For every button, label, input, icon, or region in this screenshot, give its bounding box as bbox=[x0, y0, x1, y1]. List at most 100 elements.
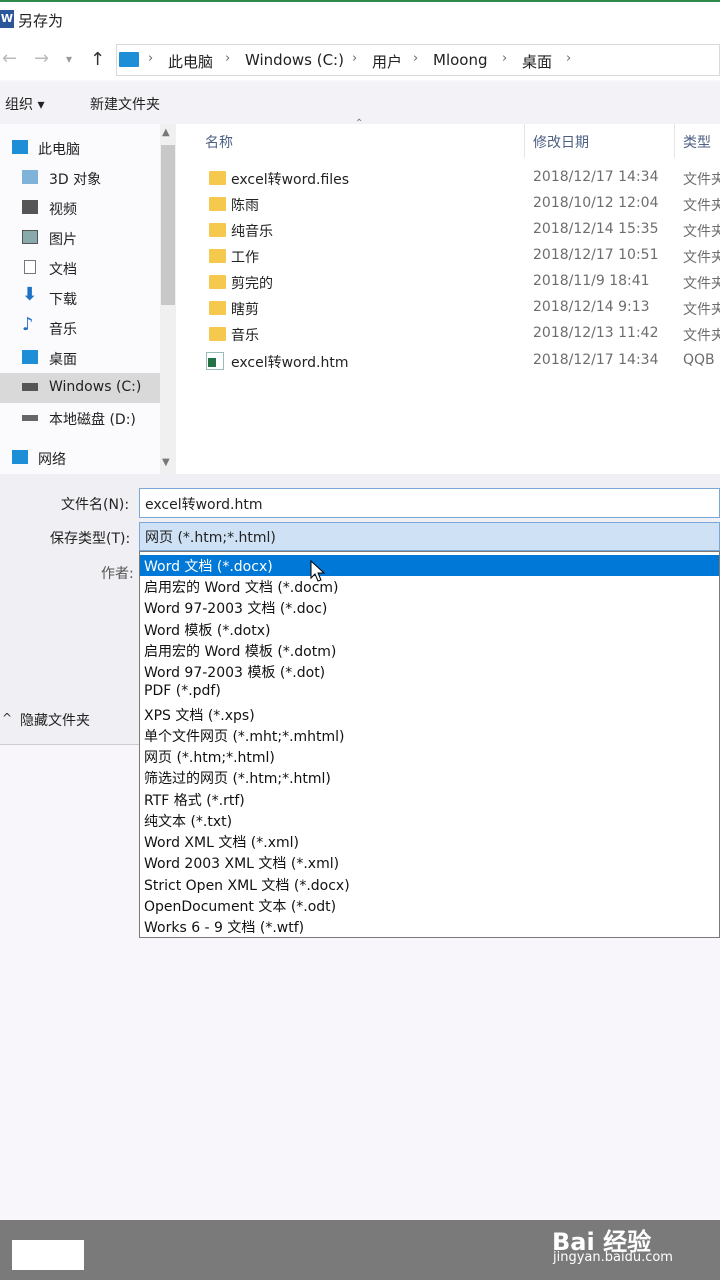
computer-icon bbox=[119, 52, 139, 67]
chevron-up-icon[interactable]: ^ bbox=[2, 711, 12, 725]
back-arrow-icon[interactable]: ← bbox=[2, 48, 17, 69]
sidebar-item-windows-c[interactable]: Windows (C:) bbox=[0, 373, 160, 403]
video-icon bbox=[22, 200, 38, 214]
dropdown-option[interactable]: 启用宏的 Word 文档 (*.docm) bbox=[140, 576, 719, 597]
file-name: 工作 bbox=[231, 250, 259, 266]
sidebar-item-label: 此电脑 bbox=[38, 142, 80, 158]
file-row[interactable]: excel转word.htm 2018/12/17 14:34 QQB bbox=[176, 349, 720, 375]
sidebar-item-label: 本地磁盘 (D:) bbox=[49, 412, 136, 428]
folder-icon bbox=[209, 223, 226, 237]
forward-arrow-icon[interactable]: → bbox=[34, 48, 49, 69]
organize-button[interactable]: 组织 ▾ bbox=[5, 94, 44, 114]
file-type: QQB bbox=[683, 352, 715, 368]
recent-locations-chevron-icon[interactable]: ▾ bbox=[66, 52, 72, 66]
dropdown-option[interactable]: 启用宏的 Word 模板 (*.dotm) bbox=[140, 640, 719, 661]
breadcrumb-separator-icon: › bbox=[413, 51, 419, 66]
sidebar-item-pictures[interactable]: 图片 bbox=[0, 223, 160, 253]
breadcrumb-desktop[interactable]: 桌面 bbox=[522, 51, 552, 72]
dropdown-option[interactable]: OpenDocument 文本 (*.odt) bbox=[140, 895, 719, 916]
hide-folders-button[interactable]: 隐藏文件夹 bbox=[20, 710, 90, 730]
scroll-up-icon[interactable]: ▲ bbox=[162, 127, 170, 138]
dropdown-option[interactable]: PDF (*.pdf) bbox=[140, 682, 719, 703]
file-date: 2018/12/17 14:34 bbox=[533, 352, 659, 368]
sidebar-scrollbar-thumb[interactable] bbox=[161, 145, 175, 305]
column-divider[interactable] bbox=[524, 124, 525, 158]
breadcrumb-separator-icon: › bbox=[352, 51, 358, 66]
dropdown-option[interactable]: Word 2003 XML 文档 (*.xml) bbox=[140, 852, 719, 873]
html-file-icon bbox=[206, 352, 224, 370]
breadcrumb-this-pc[interactable]: 此电脑 bbox=[168, 51, 213, 72]
drive-icon bbox=[22, 383, 38, 391]
filetype-select[interactable]: 网页 (*.htm;*.html) bbox=[139, 522, 720, 551]
word-app-icon: W bbox=[0, 10, 14, 28]
window-title: 另存为 bbox=[18, 12, 64, 30]
dropdown-option[interactable]: Word 模板 (*.dotx) bbox=[140, 619, 719, 640]
dropdown-option[interactable]: XPS 文档 (*.xps) bbox=[140, 704, 719, 725]
sidebar-item-label: 下载 bbox=[49, 292, 77, 308]
sidebar-item-label: Windows (C:) bbox=[49, 379, 142, 395]
sidebar-item-network[interactable]: 网络 bbox=[0, 443, 160, 473]
sidebar-item-downloads[interactable]: ⬇ 下载 bbox=[0, 283, 160, 313]
column-header-date[interactable]: 修改日期 bbox=[533, 132, 589, 152]
sidebar-item-3d-objects[interactable]: 3D 对象 bbox=[0, 163, 160, 193]
filetype-dropdown-list[interactable]: Word 文档 (*.docx) 启用宏的 Word 文档 (*.docm) W… bbox=[139, 551, 720, 938]
sidebar-item-local-disk-d[interactable]: 本地磁盘 (D:) bbox=[0, 403, 160, 433]
filetype-label: 保存类型(T): bbox=[50, 531, 131, 547]
dropdown-option[interactable]: 单个文件网页 (*.mht;*.mhtml) bbox=[140, 725, 719, 746]
mouse-cursor-icon bbox=[310, 560, 326, 582]
file-name: excel转word.htm bbox=[231, 355, 349, 371]
column-divider[interactable] bbox=[674, 124, 675, 158]
breadcrumb-windows-c[interactable]: Windows (C:) bbox=[245, 51, 344, 69]
folder-icon bbox=[209, 197, 226, 211]
breadcrumb-separator-icon: › bbox=[225, 51, 231, 66]
desktop-icon bbox=[22, 350, 38, 364]
sidebar-item-videos[interactable]: 视频 bbox=[0, 193, 160, 223]
picture-icon bbox=[22, 230, 38, 244]
scroll-down-icon[interactable]: ▼ bbox=[162, 457, 170, 468]
breadcrumb-separator-icon: › bbox=[148, 51, 154, 66]
dropdown-option[interactable]: 筛选过的网页 (*.htm;*.html) bbox=[140, 767, 719, 788]
file-name: 音乐 bbox=[231, 328, 259, 344]
dropdown-option[interactable]: Word 文档 (*.docx) bbox=[140, 555, 719, 576]
new-folder-button[interactable]: 新建文件夹 bbox=[90, 94, 160, 114]
file-row[interactable]: 纯音乐 2018/12/14 15:35 文件夹 bbox=[176, 218, 720, 244]
dropdown-option[interactable]: Word XML 文档 (*.xml) bbox=[140, 831, 719, 852]
file-row[interactable]: excel转word.files 2018/12/17 14:34 文件夹 bbox=[176, 166, 720, 192]
breadcrumb-mloong[interactable]: Mloong bbox=[433, 51, 488, 69]
sidebar-item-music[interactable]: ♪ 音乐 bbox=[0, 313, 160, 343]
folder-icon bbox=[209, 171, 226, 185]
file-name: 剪完的 bbox=[231, 276, 273, 292]
filetype-value: 网页 (*.htm;*.html) bbox=[145, 530, 276, 546]
music-icon: ♪ bbox=[22, 314, 34, 335]
file-row[interactable]: 剪完的 2018/11/9 18:41 文件夹 bbox=[176, 270, 720, 296]
sidebar-item-label: 文档 bbox=[49, 262, 77, 278]
file-type: 文件夹 bbox=[683, 172, 720, 188]
sidebar-item-documents[interactable]: 文档 bbox=[0, 253, 160, 283]
column-header-type[interactable]: 类型 bbox=[683, 132, 711, 152]
file-row[interactable]: 陈雨 2018/10/12 12:04 文件夹 bbox=[176, 192, 720, 218]
dropdown-option[interactable]: Word 97-2003 文档 (*.doc) bbox=[140, 597, 719, 618]
dropdown-option[interactable]: 网页 (*.htm;*.html) bbox=[140, 746, 719, 767]
up-arrow-icon[interactable]: ↑ bbox=[90, 49, 105, 70]
dropdown-option[interactable]: RTF 格式 (*.rtf) bbox=[140, 789, 719, 810]
dropdown-option[interactable]: Word 97-2003 模板 (*.dot) bbox=[140, 661, 719, 682]
file-row[interactable]: 工作 2018/12/17 10:51 文件夹 bbox=[176, 244, 720, 270]
dropdown-option[interactable]: Strict Open XML 文档 (*.docx) bbox=[140, 874, 719, 895]
dropdown-option[interactable]: Works 6 - 9 文档 (*.wtf) bbox=[140, 916, 719, 937]
sidebar-item-desktop[interactable]: 桌面 bbox=[0, 343, 160, 373]
sidebar-item-this-pc[interactable]: 此电脑 bbox=[0, 133, 160, 163]
filename-input[interactable]: excel转word.htm bbox=[139, 488, 720, 518]
file-name: excel转word.files bbox=[231, 172, 350, 188]
file-row[interactable]: 音乐 2018/12/13 11:42 文件夹 bbox=[176, 322, 720, 348]
column-header-name[interactable]: 名称 bbox=[205, 132, 233, 152]
file-row[interactable]: 瞎剪 2018/12/14 9:13 文件夹 bbox=[176, 296, 720, 322]
file-name: 纯音乐 bbox=[231, 224, 273, 240]
breadcrumb-separator-icon[interactable]: › bbox=[566, 51, 571, 66]
folder-icon bbox=[209, 301, 226, 315]
dropdown-option[interactable]: 纯文本 (*.txt) bbox=[140, 810, 719, 831]
file-date: 2018/12/17 10:51 bbox=[533, 247, 659, 263]
baidu-watermark-url: jingyan.baidu.com bbox=[553, 1250, 673, 1265]
file-date: 2018/12/13 11:42 bbox=[533, 325, 659, 341]
file-name: 陈雨 bbox=[231, 198, 259, 214]
breadcrumb-users[interactable]: 用户 bbox=[372, 51, 402, 72]
